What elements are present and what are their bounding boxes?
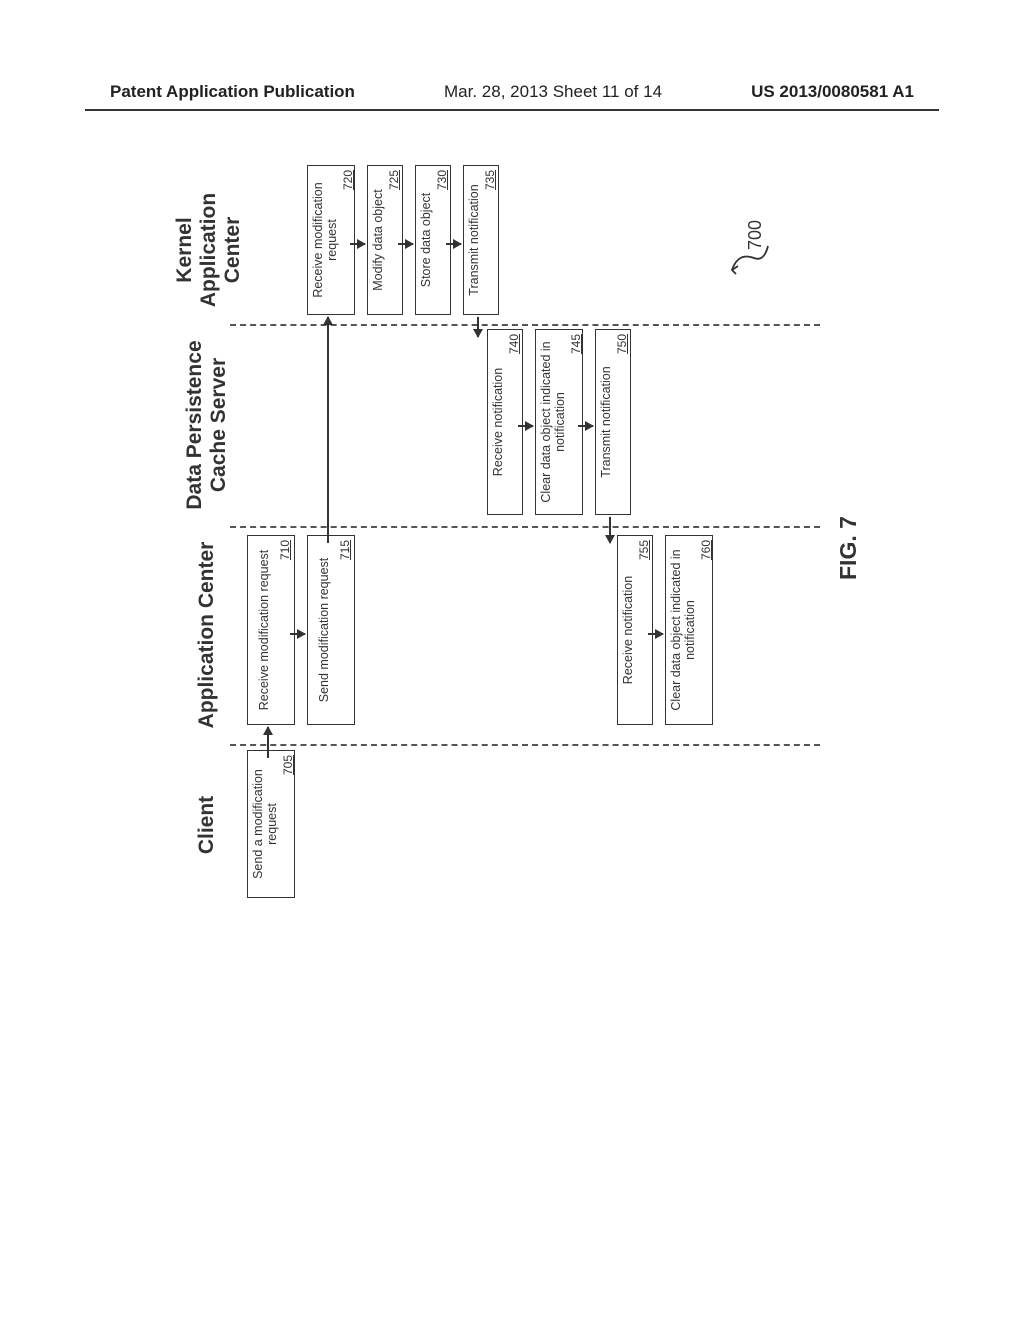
figure-label: FIG. 7 (835, 516, 862, 580)
header-pubnumber: US 2013/0080581 A1 (751, 82, 914, 102)
arrow-745-750 (578, 425, 593, 427)
lane-divider-2 (230, 526, 820, 528)
step-705-label: Send a modification request (252, 755, 280, 893)
arrow-715-720 (327, 317, 329, 543)
lane-header-kernel-l1: Kernel (173, 217, 196, 282)
arrow-725-730 (398, 243, 413, 245)
step-740-num: 740 (508, 334, 521, 354)
page-header: Patent Application Publication Mar. 28, … (0, 82, 1024, 102)
step-750: Transmit notification 750 (595, 329, 631, 515)
arrow-740-745 (518, 425, 533, 427)
step-760: Clear data object indicated in notificat… (665, 535, 713, 725)
arrow-720-725 (350, 243, 365, 245)
step-710-label: Receive modification request (252, 550, 277, 711)
header-date-sheet: Mar. 28, 2013 Sheet 11 of 14 (444, 82, 662, 102)
step-755-num: 755 (638, 540, 651, 560)
step-720: Receive modification request 720 (307, 165, 355, 315)
lane-header-data-persistence: Data Persistence Cache Server (183, 330, 231, 520)
step-745: Clear data object indicated in notificat… (535, 329, 583, 515)
step-715-num: 715 (339, 540, 352, 560)
step-715-label: Send modification request (312, 558, 337, 703)
step-735-num: 735 (484, 170, 497, 190)
arrow-755-760 (648, 633, 663, 635)
arrow-735-740 (477, 317, 479, 337)
arrow-730-735 (446, 243, 461, 245)
step-720-label: Receive modification request (312, 170, 340, 310)
step-745-num: 745 (570, 334, 583, 354)
step-750-label: Transmit notification (600, 366, 614, 477)
step-730: Store data object 730 (415, 165, 451, 315)
lane-header-dp-line1: Data Persistence (183, 340, 206, 509)
step-755-label: Receive notification (622, 576, 636, 684)
lane-header-kernel-l3: Center (221, 217, 244, 284)
header-rule (85, 109, 939, 111)
lane-header-app-center: Application Center (195, 535, 219, 735)
figure-ref-700: 700 (745, 220, 766, 250)
step-760-num: 760 (700, 540, 713, 560)
step-740: Receive notification 740 (487, 329, 523, 515)
step-735: Transmit notification 735 (463, 165, 499, 315)
step-720-num: 720 (342, 170, 355, 190)
step-725: Modify data object 725 (367, 165, 403, 315)
step-710: Receive modification request 710 (247, 535, 295, 725)
step-705-num: 705 (282, 755, 295, 775)
step-725-label: Modify data object (372, 189, 386, 290)
sequence-diagram: Client Application Center Data Persisten… (155, 190, 875, 890)
arrow-750-755 (609, 517, 611, 543)
lane-header-client: Client (195, 760, 219, 890)
step-735-label: Transmit notification (468, 184, 482, 295)
arrow-705-710 (267, 727, 269, 758)
step-740-label: Receive notification (492, 368, 506, 476)
step-710-num: 710 (279, 540, 292, 560)
lane-header-kernel: Kernel Application Center (173, 180, 245, 320)
step-705: Send a modification request 705 (247, 750, 295, 898)
step-750-num: 750 (616, 334, 629, 354)
step-745-label: Clear data object indicated in notificat… (540, 334, 568, 510)
step-730-label: Store data object (420, 193, 434, 288)
lane-divider-1 (230, 744, 820, 746)
lane-divider-3 (230, 324, 820, 326)
step-730-num: 730 (436, 170, 449, 190)
step-725-num: 725 (388, 170, 401, 190)
lane-header-dp-line2: Cache Server (207, 358, 230, 492)
step-715: Send modification request 715 (307, 535, 355, 725)
lane-header-kernel-l2: Application (197, 193, 220, 307)
header-publication: Patent Application Publication (110, 82, 355, 102)
step-755: Receive notification 755 (617, 535, 653, 725)
arrow-710-715 (290, 633, 305, 635)
step-760-label: Clear data object indicated in notificat… (670, 540, 698, 720)
